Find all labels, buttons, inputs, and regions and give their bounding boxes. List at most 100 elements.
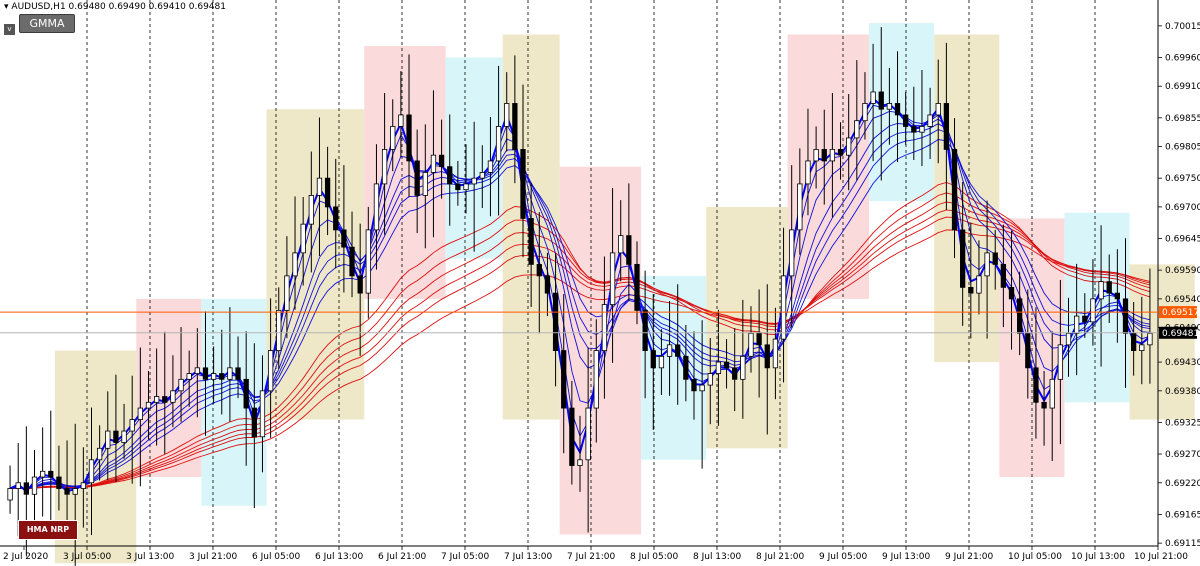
x-tick-label: 7 Jul 05:00 [441,552,490,562]
candle-body [1025,332,1031,369]
candle-body [1131,332,1137,351]
candle-body [1041,401,1047,409]
x-tick-label: 10 Jul 21:00 [1134,552,1188,562]
session-zones [54,22,1195,564]
candle-body [447,166,453,185]
y-tick-label: 0.69380 [1165,387,1200,397]
candle-body [683,355,689,380]
y-tick-label: 0.69115 [1165,539,1200,549]
candle-body [699,384,705,392]
gmma-button[interactable]: GMMA [19,14,75,33]
collapse-toggle-icon[interactable]: v [4,24,15,35]
candle-body [31,476,38,495]
candle-body [80,482,86,489]
candle-body [1057,344,1064,380]
x-tick-label: 6 Jul 05:00 [252,552,301,562]
candle-body [569,407,575,466]
candle-body [162,396,168,403]
candle-body [137,407,143,420]
candle-body [471,177,477,185]
candle-body [1098,281,1104,300]
candle-body [414,160,420,196]
candle-body [593,350,599,409]
candle-body [406,114,412,162]
candle-body [748,332,754,357]
y-tick-label: 0.69645 [1165,235,1200,245]
price-tag-label: 0.69481 [1162,329,1199,339]
candle-body [715,361,722,374]
candle-body [1000,263,1007,288]
candle-body [1017,298,1023,334]
candle-body [23,482,29,495]
x-tick-label: 3 Jul 21:00 [189,552,238,562]
candle-body [390,126,396,150]
candle-body [219,373,225,380]
zone-box [136,298,202,478]
candle-body [300,223,306,254]
candle-body [341,229,347,248]
candle-body [422,172,428,196]
candle-body [479,172,485,179]
price-tag-label: 0.69517 [1162,308,1199,318]
candle-body [854,120,860,139]
candle-body [943,103,950,150]
candle-body [1106,281,1112,294]
candle-body [992,252,998,265]
chevron-down-icon[interactable]: ▾ [4,2,9,12]
y-tick-label: 0.69165 [1165,510,1200,520]
candle-body [1082,315,1088,323]
candle-body [740,355,746,380]
y-tick-label: 0.69910 [1165,82,1200,92]
x-tick-label: 8 Jul 13:00 [693,552,742,562]
candle-body [968,286,974,294]
x-tick-label: 6 Jul 13:00 [315,552,364,562]
candle-body [1147,332,1153,346]
y-tick-label: 0.69855 [1165,114,1200,124]
candle-body [121,430,127,443]
x-tick-label: 2 Jul 2020 [3,552,48,562]
candle-body [903,114,909,127]
candle-body [487,160,494,173]
x-tick-label: 6 Jul 21:00 [378,552,427,562]
candle-body [129,419,135,432]
candle-body [789,229,795,277]
candle-body [1090,298,1096,323]
candle-body [357,275,363,294]
y-tick-label: 0.69805 [1165,143,1200,153]
x-tick-label: 8 Jul 21:00 [756,552,805,562]
candle-body [333,206,339,231]
candle-body [821,149,827,162]
candle-body [398,114,404,127]
price-chart[interactable]: 2 Jul 2020 3 Jul 05:00 3 Jul 13:00 3 Jul 21… [0,0,1200,566]
x-tick-label: 8 Jul 05:00 [630,552,679,562]
candle-body [1114,292,1121,300]
candle-body [381,149,388,185]
y-tick-label: 0.69750 [1165,174,1200,184]
candle-body [259,390,266,438]
symbol-label: AUDUSD,H1 0.69480 0.69490 0.69410 0.6948… [11,2,226,12]
candle-body [227,367,233,380]
candle-body [251,407,257,438]
candle-body [520,149,526,219]
x-tick-label: 9 Jul 21:00 [945,552,994,562]
candle-body [772,338,779,369]
zone-box [869,22,935,202]
candle-body [113,430,119,443]
candle-body [194,367,200,374]
candle-body [585,407,591,461]
candle-body [145,401,152,409]
indicator-badge: HMA NRP [18,520,78,540]
zone-box [1064,212,1130,403]
candle-body [504,103,510,127]
candle-body [1065,332,1072,346]
candle-body [813,149,819,162]
candle-body [64,488,70,495]
candle-body [15,482,21,489]
candle-body [951,149,958,231]
x-tick-label: 10 Jul 13:00 [1071,552,1125,562]
x-tick-label: 3 Jul 05:00 [63,552,112,562]
candle-body [463,183,469,191]
candle-body [894,103,901,116]
candle-body [935,103,941,116]
candle-body [349,246,355,277]
